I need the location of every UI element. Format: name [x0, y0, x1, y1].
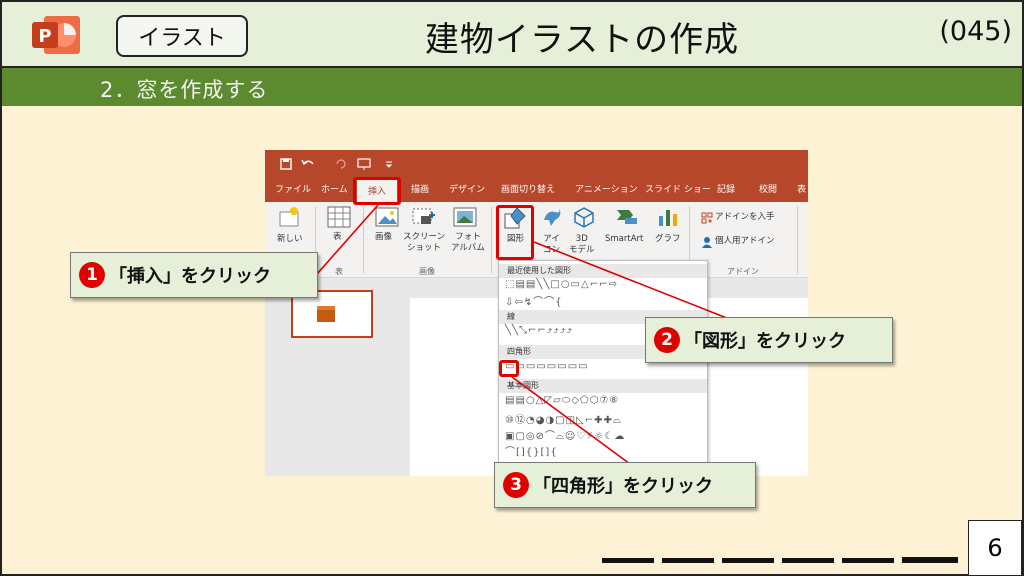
callout-step-3: 3 「四角形」をクリック	[494, 462, 756, 508]
step-number-2: 2	[654, 327, 680, 353]
callout-text-3: 「四角形」をクリック	[533, 476, 713, 497]
footer-dash	[902, 557, 958, 563]
slide: P イラスト 建物イラストの作成 (045) 2．窓を作成する ファイル ホーム…	[0, 0, 1024, 576]
footer-dash	[662, 558, 714, 563]
page-number: 6	[968, 520, 1022, 576]
footer-dash	[722, 558, 774, 563]
step-number-1: 1	[79, 262, 105, 288]
callout-text-1: 「挿入」をクリック	[109, 266, 271, 287]
step-number-3: 3	[503, 472, 529, 498]
footer-dash	[842, 558, 894, 563]
callout-step-1: 1 「挿入」をクリック	[70, 252, 318, 298]
callout-step-2: 2 「図形」をクリック	[645, 317, 893, 363]
footer-dash	[602, 558, 654, 563]
footer-dash	[782, 558, 834, 563]
callout-text-2: 「図形」をクリック	[684, 331, 846, 352]
